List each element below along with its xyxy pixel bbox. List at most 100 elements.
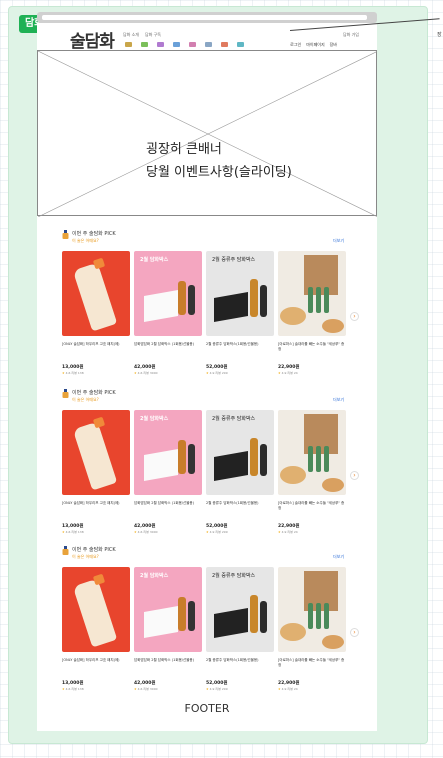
product-image[interactable]: 2월 증류주 담화박스	[206, 251, 274, 336]
category-icon[interactable]	[157, 42, 164, 47]
product-card[interactable]: [아로마스] 술대라를 빼는 소주들 "세상쭈" 증정 22,900원 ★ 4.9 …	[278, 410, 346, 534]
bottle-cap-shape	[92, 573, 106, 586]
category-icon[interactable]	[205, 42, 212, 47]
product-name[interactable]: 담화밤담화 2월 담화박스 (1회용/선물용)	[134, 658, 202, 670]
bottle-shape	[260, 285, 267, 317]
product-name[interactable]: [ONLY 술담화] 하우리프 고흐 패치(에)	[62, 342, 130, 354]
cart-link[interactable]: 장바	[330, 42, 337, 48]
bottle-shape	[308, 603, 313, 629]
rating-value: 4.6	[137, 530, 143, 534]
product-price: 52,000원	[206, 524, 228, 529]
product-card[interactable]: 2월 증류주 담화박스 2월 증류주 담화박스(1회용/선물용) 52,000원 ★ …	[206, 410, 274, 534]
product-card[interactable]: [ONLY 술담화] 하우리프 고흐 패치(에) 13,000원 ★ 4.6 리뷰 …	[62, 410, 130, 534]
product-card[interactable]: [ONLY 술담화] 하우리프 고흐 패치(에) 13,000원 ★ 4.6 리뷰 …	[62, 251, 130, 375]
product-name[interactable]: [아로마스] 술대라를 빼는 소주들 "세상쭈" 증정	[278, 501, 346, 513]
product-card[interactable]: 2월 담화박스 담화밤담화 2월 담화박스 (1회용/선물용) 42,000원 ★ 4…	[134, 410, 202, 534]
section-more-link[interactable]: 더보기	[333, 554, 344, 560]
juice-bottle-shape	[72, 421, 118, 491]
product-image[interactable]: 2월 담화박스	[134, 567, 202, 652]
image-caption: 2월 증류주 담화박스	[212, 416, 256, 422]
product-price: 13,000원	[62, 365, 84, 370]
star-icon: ★	[278, 687, 281, 691]
product-list: [ONLY 술담화] 하우리프 고흐 패치(에) 13,000원 ★ 4.6 리뷰 …	[62, 410, 346, 534]
review-count: 리뷰 3000	[143, 530, 158, 534]
rating-value: 4.6	[65, 371, 71, 375]
product-card[interactable]: 2월 담화박스담화밤담화 2월 담화박스 (1회용/선물용) 42,000원 ★ 4…	[134, 567, 202, 691]
food-plate-shape	[280, 307, 306, 325]
product-image[interactable]	[278, 251, 346, 336]
rating-value: 4.9	[281, 371, 287, 375]
product-image[interactable]	[62, 251, 130, 336]
category-icon[interactable]	[125, 42, 132, 47]
rating-value: 4.9	[281, 530, 287, 534]
category-icon[interactable]	[221, 42, 228, 47]
product-price: 42,000원	[134, 681, 156, 686]
annotation-label: 장	[437, 32, 442, 38]
url-field[interactable]	[42, 15, 367, 20]
site-logo[interactable]: 술담화	[70, 27, 115, 52]
section-title: 이번 주 술담화 PICK	[72, 390, 116, 396]
rating-value: 4.9	[209, 687, 215, 691]
category-icon[interactable]	[141, 42, 148, 47]
product-image[interactable]	[62, 567, 130, 652]
user-nav: 로그인 마이페이지 장바	[290, 42, 337, 48]
product-card[interactable]: [아로마스] 술대라를 빼는 소주들 "세상쭈" 증정 22,900원 ★ 4.9 …	[278, 251, 346, 375]
category-icon[interactable]	[189, 42, 196, 47]
product-image[interactable]: 2월 증류주 담화박스	[206, 567, 274, 652]
nav-subscribe[interactable]: 담화 구독	[145, 32, 161, 38]
product-name[interactable]: [ONLY 술담화] 하우리프 고흐 패치(에)	[62, 658, 130, 670]
nav-about[interactable]: 담화 소개	[123, 32, 139, 38]
placeholder-cross	[38, 51, 377, 217]
carousel-next-button[interactable]: ›	[350, 628, 359, 637]
bottle-shape	[308, 446, 313, 472]
product-price: 52,000원	[206, 365, 228, 370]
login-link[interactable]: 로그인	[290, 42, 301, 48]
product-image[interactable]: 2월 담화박스	[134, 410, 202, 495]
review-count: 리뷰 24	[287, 371, 298, 375]
product-image[interactable]	[278, 567, 346, 652]
browser-address-bar	[37, 12, 377, 23]
product-name[interactable]: 2월 증류주 담화박스(1회용/선물용)	[206, 658, 274, 670]
bottle-shape	[316, 287, 321, 313]
product-name[interactable]: [아로마스] 술대라를 빼는 소주들 "세상쭈" 증정	[278, 342, 346, 354]
product-rating: ★ 4.9 리뷰 24	[278, 371, 346, 375]
product-image[interactable]	[278, 410, 346, 495]
section-subtitle: 이 술은 어때요?	[72, 554, 99, 559]
product-name[interactable]: 담화밤담화 2월 담화박스 (1회용/선물용)	[134, 342, 202, 354]
product-image[interactable]: 2월 증류주 담화박스	[206, 410, 274, 495]
product-price: 13,000원	[62, 524, 84, 529]
review-count: 리뷰 299	[215, 687, 228, 691]
product-card[interactable]: [ONLY 술담화] 하우리프 고흐 패치(에) 13,000원 ★ 4.6 리뷰 …	[62, 567, 130, 691]
product-card[interactable]: [아로마스] 술대라를 빼는 소주들 "세상쭈" 증정 22,900원 ★ 4.9 …	[278, 567, 346, 691]
image-caption: 2월 담화박스	[140, 257, 169, 263]
main-banner-placeholder[interactable]: 굉장히 큰배너 당월 이벤트사항(슬라이딩)	[37, 50, 377, 217]
gift-box-shape	[144, 449, 178, 481]
product-image[interactable]	[62, 410, 130, 495]
product-name[interactable]: 담화밤담화 2월 담화박스 (1회용/선물용)	[134, 501, 202, 513]
carousel-next-button[interactable]: ›	[350, 471, 359, 480]
gift-box-shape	[144, 290, 178, 322]
product-name[interactable]: 2월 증류주 담화박스(1회용/선물용)	[206, 501, 274, 513]
signup-link[interactable]: 담화 가입	[343, 32, 359, 38]
mypage-link[interactable]: 마이페이지	[306, 42, 324, 48]
product-rating: ★ 4.6 리뷰 3000	[134, 687, 202, 691]
bottle-cap-shape	[92, 257, 106, 270]
section-more-link[interactable]: 더보기	[333, 397, 344, 403]
review-count: 리뷰 299	[215, 530, 228, 534]
product-name[interactable]: [ONLY 술담화] 하우리프 고흐 패치(에)	[62, 501, 130, 513]
product-card[interactable]: 2월 증류주 담화박스 2월 증류주 담화박스(1회용/선물용) 52,000원 ★ …	[206, 567, 274, 691]
category-icon[interactable]	[173, 42, 180, 47]
product-name[interactable]: 2월 증류주 담화박스(1회용/선물용)	[206, 342, 274, 354]
section-more-link[interactable]: 더보기	[333, 238, 344, 244]
product-image[interactable]: 2월 담화박스	[134, 251, 202, 336]
section-subtitle: 이 술은 어때요?	[72, 238, 99, 243]
product-name[interactable]: [아로마스] 술대라를 빼는 소주들 "세상쭈" 증정	[278, 658, 346, 670]
carousel-next-button[interactable]: ›	[350, 312, 359, 321]
product-price: 22,900원	[278, 681, 300, 686]
category-icon[interactable]	[237, 42, 244, 47]
gift-box-shape	[214, 451, 248, 481]
product-card[interactable]: 2월 담화박스 담화밤담화 2월 담화박스 (1회용/선물용) 42,000원 ★ 4…	[134, 251, 202, 375]
product-card[interactable]: 2월 증류주 담화박스 2월 증류주 담화박스(1회용/선물용) 52,000원 ★ …	[206, 251, 274, 375]
bottle-shape	[178, 440, 186, 474]
bottle-shape	[308, 287, 313, 313]
